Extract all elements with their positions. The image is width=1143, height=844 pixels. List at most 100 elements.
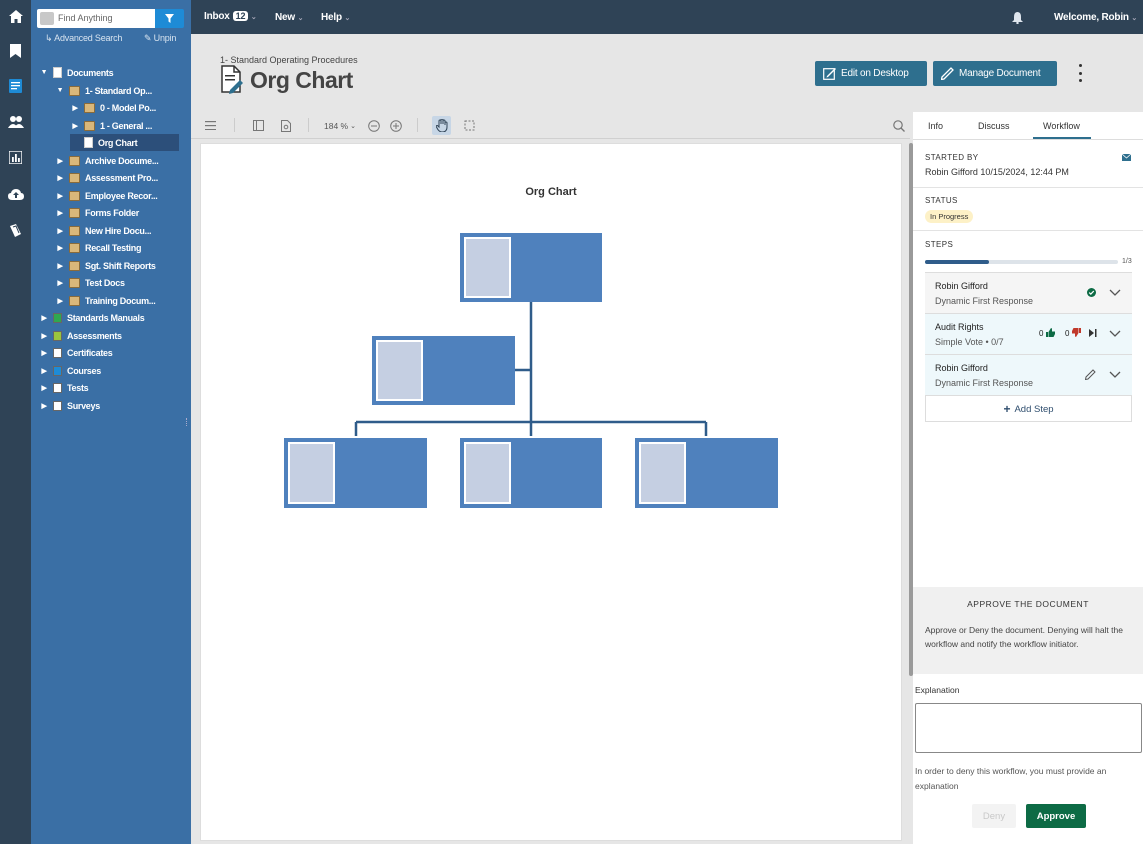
edit-on-desktop-button[interactable]: Edit on Desktop bbox=[815, 61, 927, 86]
status-label: STATUS bbox=[925, 196, 958, 205]
cloud-upload-icon[interactable] bbox=[7, 185, 24, 202]
select-area-icon[interactable] bbox=[463, 119, 475, 132]
tree-item-documents[interactable]: ▼ Documents bbox=[39, 64, 114, 81]
email-icon[interactable] bbox=[1121, 153, 1132, 164]
tree-item-module[interactable]: ▶ Courses bbox=[39, 362, 101, 379]
courses-icon[interactable] bbox=[7, 222, 24, 239]
step-3[interactable]: Robin Gifford Dynamic First Response bbox=[925, 355, 1132, 396]
tree-item-org-chart[interactable]: Org Chart bbox=[70, 134, 179, 151]
bookmark-icon[interactable] bbox=[7, 42, 24, 59]
tree-item-module[interactable]: ▶ Surveys bbox=[39, 397, 100, 414]
advanced-search-link[interactable]: ↳ Advanced Search bbox=[45, 33, 122, 44]
document-icon bbox=[53, 67, 62, 78]
documents-icon[interactable] bbox=[7, 77, 24, 94]
folder-icon bbox=[84, 102, 95, 113]
expand-caret-icon: ▶ bbox=[57, 279, 63, 287]
tree-item-folder[interactable]: ▶ Forms Folder bbox=[55, 204, 139, 221]
filter-button[interactable] bbox=[155, 9, 184, 28]
new-label: New bbox=[275, 12, 295, 23]
chevron-down-icon[interactable] bbox=[1108, 370, 1122, 380]
tree-item-folder[interactable]: ▶ Archive Docume... bbox=[55, 152, 159, 169]
advanced-search-label: Advanced Search bbox=[54, 33, 123, 43]
zoom-select[interactable]: 184 % ⌄ bbox=[324, 119, 356, 132]
expand-caret-icon: ▶ bbox=[57, 227, 63, 235]
step-1[interactable]: Robin Gifford Dynamic First Response bbox=[925, 273, 1132, 314]
approve-button[interactable]: Approve bbox=[1026, 804, 1086, 828]
users-icon[interactable] bbox=[7, 113, 24, 130]
folder-icon bbox=[69, 190, 80, 201]
help-menu[interactable]: Help ⌄ bbox=[321, 12, 350, 23]
steps-progress-bar bbox=[925, 260, 1118, 264]
inbox-count-badge: 12 bbox=[232, 11, 249, 21]
filter-icon bbox=[165, 14, 174, 23]
new-menu[interactable]: New ⌄ bbox=[275, 12, 303, 23]
expand-caret-icon: ▶ bbox=[41, 367, 47, 375]
inbox-menu[interactable]: Inbox 12 ⌄ bbox=[204, 11, 257, 22]
expand-caret-icon: ▶ bbox=[57, 157, 63, 165]
menu-icon[interactable] bbox=[204, 119, 216, 132]
tree-item-module[interactable]: ▶ Standards Manuals bbox=[39, 309, 145, 326]
zoom-out-icon[interactable] bbox=[368, 119, 380, 132]
welcome-user-menu[interactable]: Welcome, Robin ⌄ bbox=[1054, 12, 1137, 23]
explanation-textarea[interactable] bbox=[915, 703, 1142, 753]
tree-label: 0 - Model Po... bbox=[100, 102, 157, 113]
pencil-icon[interactable] bbox=[1085, 369, 1096, 380]
tab-info[interactable]: Info bbox=[928, 121, 943, 131]
tree-item-model-po[interactable]: ▶ 0 - Model Po... bbox=[70, 99, 156, 116]
active-tab-indicator bbox=[1033, 137, 1091, 139]
home-icon[interactable] bbox=[7, 8, 24, 25]
tree-label: Assessment Pro... bbox=[85, 172, 158, 183]
chevron-down-icon[interactable] bbox=[1108, 329, 1122, 339]
document-toolbar: 184 % ⌄ bbox=[191, 112, 910, 139]
add-step-button[interactable]: + Add Step bbox=[925, 397, 1132, 421]
tree-item-module[interactable]: ▶ Assessments bbox=[39, 327, 122, 344]
navigation-tree: Find Anything ↳ Advanced Search ✎ Unpin … bbox=[31, 0, 191, 844]
tab-workflow[interactable]: Workflow bbox=[1043, 121, 1080, 131]
tree-item-folder[interactable]: ▶ New Hire Docu... bbox=[55, 222, 152, 239]
tree-label: Employee Recor... bbox=[85, 190, 158, 201]
pan-hand-icon[interactable] bbox=[432, 116, 451, 135]
sidebar-toggle-icon[interactable] bbox=[252, 119, 264, 132]
tree-item-folder[interactable]: ▶ Test Docs bbox=[55, 274, 125, 291]
icon-rail bbox=[0, 0, 31, 844]
search-input[interactable]: Find Anything bbox=[37, 9, 155, 28]
tab-discuss[interactable]: Discuss bbox=[978, 121, 1010, 131]
tree-item-folder[interactable]: ▶ Training Docum... bbox=[55, 292, 156, 309]
document-icon bbox=[84, 137, 93, 148]
more-options-icon[interactable] bbox=[1077, 64, 1083, 82]
tree-item-module[interactable]: ▶ Certificates bbox=[39, 344, 113, 361]
tree-item-standard-op[interactable]: ▼ 1- Standard Op... bbox=[55, 82, 152, 99]
tree-item-folder[interactable]: ▶ Assessment Pro... bbox=[55, 169, 158, 186]
approve-title: APPROVE THE DOCUMENT bbox=[967, 599, 1089, 609]
resize-handle[interactable] bbox=[186, 418, 188, 426]
skip-forward-icon[interactable] bbox=[1089, 329, 1097, 337]
reports-icon[interactable] bbox=[7, 149, 24, 166]
tree-item-folder[interactable]: ▶ Recall Testing bbox=[55, 239, 141, 256]
tree-item-general[interactable]: ▶ 1 - General ... bbox=[70, 117, 152, 134]
chevron-down-icon[interactable] bbox=[1108, 288, 1122, 298]
deny-button[interactable]: Deny bbox=[972, 804, 1016, 828]
module-icon bbox=[53, 330, 62, 341]
edit-label: Edit on Desktop bbox=[841, 68, 909, 79]
explanation-hint: In order to deny this workflow, you must… bbox=[915, 766, 1107, 791]
edit-icon bbox=[823, 68, 836, 80]
folder-icon bbox=[69, 172, 80, 183]
folder-icon bbox=[69, 155, 80, 166]
tree-label: Test Docs bbox=[85, 277, 125, 288]
notifications-bell-icon[interactable] bbox=[1012, 12, 1023, 27]
breadcrumb[interactable]: 1- Standard Operating Procedures bbox=[220, 55, 358, 65]
unpin-link[interactable]: ✎ Unpin bbox=[144, 33, 176, 44]
document-edit-icon bbox=[221, 65, 243, 97]
step-2[interactable]: Audit Rights Simple Vote • 0/7 0 0 bbox=[925, 314, 1132, 355]
module-icon bbox=[53, 312, 62, 323]
tree-label: Training Docum... bbox=[85, 295, 156, 306]
folder-icon bbox=[69, 295, 80, 306]
search-icon[interactable] bbox=[892, 119, 905, 132]
tree-item-folder[interactable]: ▶ Sgt. Shift Reports bbox=[55, 257, 156, 274]
zoom-in-icon[interactable] bbox=[390, 119, 402, 132]
step-type: Dynamic First Response bbox=[935, 296, 1034, 306]
page-settings-icon[interactable] bbox=[280, 119, 292, 132]
tree-item-folder[interactable]: ▶ Employee Recor... bbox=[55, 187, 158, 204]
manage-document-button[interactable]: Manage Document bbox=[933, 61, 1057, 86]
tree-item-module[interactable]: ▶ Tests bbox=[39, 379, 89, 396]
